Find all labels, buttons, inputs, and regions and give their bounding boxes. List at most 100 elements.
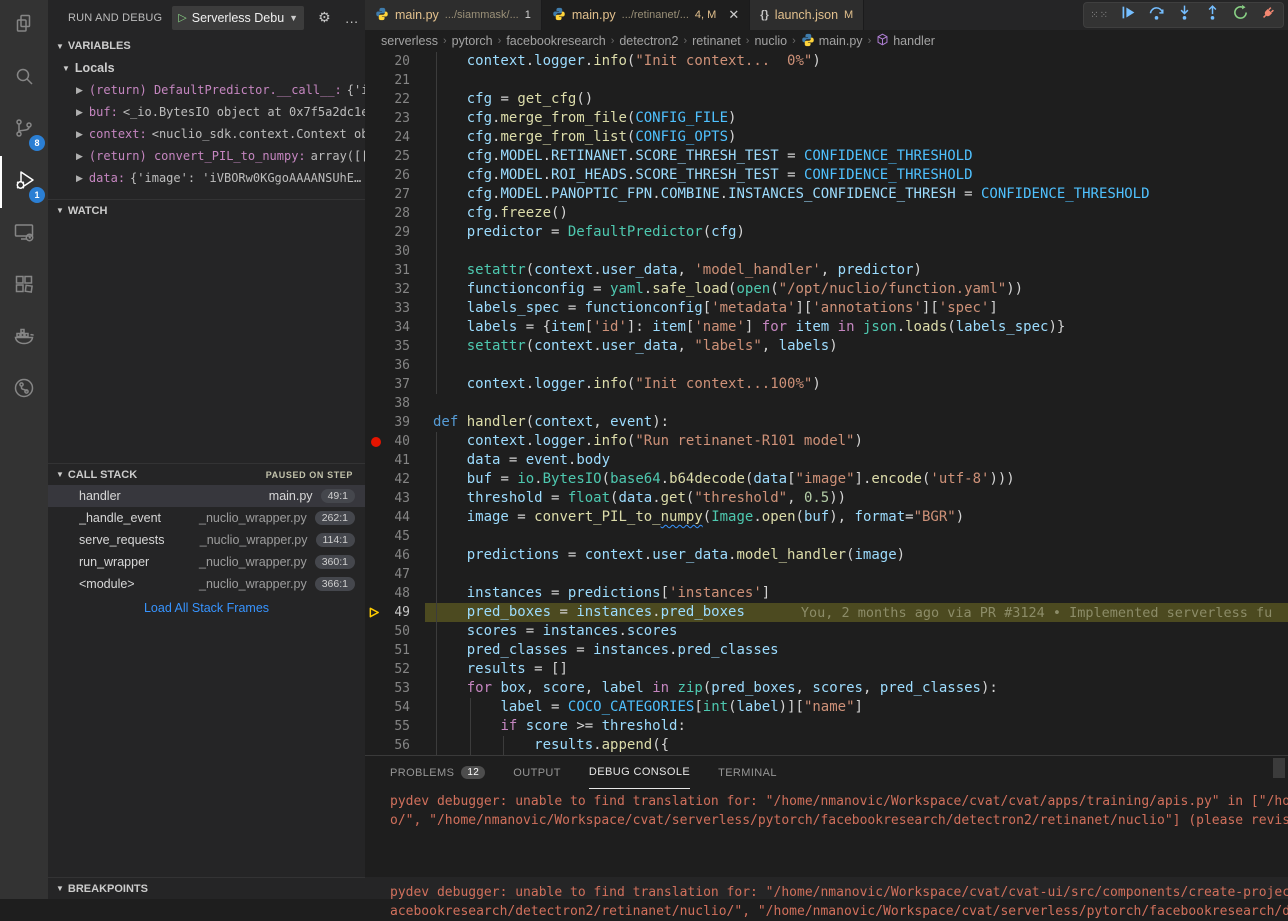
gutter[interactable]: 29 <box>365 223 425 242</box>
gutter[interactable]: 30 <box>365 242 425 261</box>
code-editor[interactable]: 20 context.logger.info("Init context... … <box>365 52 1288 755</box>
code-line[interactable]: 52 results = [] <box>365 660 1288 679</box>
code-line[interactable]: 41 data = event.body <box>365 451 1288 470</box>
gutter[interactable]: 35 <box>365 337 425 356</box>
activity-item-extensions[interactable] <box>0 260 48 312</box>
gutter[interactable]: 56 <box>365 736 425 755</box>
gutter[interactable]: 37 <box>365 375 425 394</box>
gutter[interactable]: 32 <box>365 280 425 299</box>
code-line[interactable]: 38 <box>365 394 1288 413</box>
disconnect-button[interactable] <box>1259 6 1277 24</box>
call-stack-frame[interactable]: run_wrapper_nuclio_wrapper.py360:1 <box>48 551 365 573</box>
activity-item-explorer[interactable] <box>0 0 48 52</box>
code-line[interactable]: 29 predictor = DefaultPredictor(cfg) <box>365 223 1288 242</box>
gutter[interactable]: 54 <box>365 698 425 717</box>
code-line[interactable]: 39def handler(context, event): <box>365 413 1288 432</box>
gutter[interactable]: 49 <box>365 603 425 622</box>
variable-row[interactable]: ▶(return) DefaultPredictor.__call__:{'in… <box>48 79 365 101</box>
gutter[interactable]: 25 <box>365 147 425 166</box>
gutter[interactable]: 20 <box>365 52 425 71</box>
code-line[interactable]: 42 buf = io.BytesIO(base64.b64decode(dat… <box>365 470 1288 489</box>
panel-scrollbar-thumb[interactable] <box>1273 758 1285 778</box>
gutter[interactable]: 33 <box>365 299 425 318</box>
activity-item-run-and-debug[interactable]: 1 <box>0 156 48 208</box>
gutter[interactable]: 45 <box>365 527 425 546</box>
watch-section-header[interactable]: ▼ WATCH <box>48 199 365 221</box>
code-line[interactable]: 24 cfg.merge_from_list(CONFIG_OPTS) <box>365 128 1288 147</box>
gutter[interactable]: 34 <box>365 318 425 337</box>
code-line[interactable]: 30 <box>365 242 1288 261</box>
breadcrumb-item-pytorch[interactable]: pytorch <box>452 34 493 48</box>
activity-item-remote-explorer[interactable] <box>0 208 48 260</box>
gutter[interactable]: 24 <box>365 128 425 147</box>
code-line[interactable]: 26 cfg.MODEL.ROI_HEADS.SCORE_THRESH_TEST… <box>365 166 1288 185</box>
code-line[interactable]: 56 results.append({ <box>365 736 1288 755</box>
code-line[interactable]: 54 label = COCO_CATEGORIES[int(label)]["… <box>365 698 1288 717</box>
gutter[interactable]: 40 <box>365 432 425 451</box>
panel-tab-output[interactable]: OUTPUT <box>513 756 561 789</box>
gutter[interactable]: 44 <box>365 508 425 527</box>
gear-icon[interactable]: ⚙ <box>318 9 331 26</box>
gutter[interactable]: 47 <box>365 565 425 584</box>
gutter[interactable]: 31 <box>365 261 425 280</box>
activity-item-search[interactable] <box>0 52 48 104</box>
code-line[interactable]: 35 setattr(context.user_data, "labels", … <box>365 337 1288 356</box>
debug-config-dropdown[interactable]: ▷ Serverless Debu ▼ <box>172 6 304 30</box>
code-line[interactable]: 44 image = convert_PIL_to_numpy(Image.op… <box>365 508 1288 527</box>
gutter[interactable]: 53 <box>365 679 425 698</box>
activity-item-docker[interactable] <box>0 312 48 364</box>
gutter[interactable]: 36 <box>365 356 425 375</box>
panel-tab-debug-console[interactable]: DEBUG CONSOLE <box>589 756 690 789</box>
code-line[interactable]: 40 context.logger.info("Run retinanet-R1… <box>365 432 1288 451</box>
panel-tab-problems[interactable]: PROBLEMS12 <box>390 756 485 789</box>
code-line[interactable]: 32 functionconfig = yaml.safe_load(open(… <box>365 280 1288 299</box>
panel-tab-terminal[interactable]: TERMINAL <box>718 756 777 789</box>
breadcrumb-item-facebookresearch[interactable]: facebookresearch <box>506 34 605 48</box>
gutter[interactable]: 46 <box>365 546 425 565</box>
continue-button[interactable] <box>1119 6 1137 24</box>
step-into-button[interactable] <box>1175 6 1193 24</box>
tab-main.py[interactable]: main.py.../siammask/...1 <box>365 0 542 30</box>
variable-row[interactable]: ▶data:{'image': 'iVBORw0KGgoAAAANSUhE… <box>48 167 365 189</box>
code-line[interactable]: 48 instances = predictions['instances'] <box>365 584 1288 603</box>
variable-row[interactable]: ▶(return) convert_PIL_to_numpy:array([[[… <box>48 145 365 167</box>
gutter[interactable]: 52 <box>365 660 425 679</box>
code-line[interactable]: 20 context.logger.info("Init context... … <box>365 52 1288 71</box>
code-line[interactable]: 36 <box>365 356 1288 375</box>
code-line[interactable]: 51 pred_classes = instances.pred_classes <box>365 641 1288 660</box>
variable-row[interactable]: ▶buf:<_io.BytesIO object at 0x7f5a2dc1ec… <box>48 101 365 123</box>
breadcrumb-item-detectron2[interactable]: detectron2 <box>619 34 678 48</box>
gutter[interactable]: 28 <box>365 204 425 223</box>
code-line[interactable]: 45 <box>365 527 1288 546</box>
locals-scope-row[interactable]: ▼ Locals <box>48 57 365 79</box>
gutter[interactable]: 55 <box>365 717 425 736</box>
code-line[interactable]: 28 cfg.freeze() <box>365 204 1288 223</box>
restart-button[interactable] <box>1231 6 1249 24</box>
gutter[interactable]: 42 <box>365 470 425 489</box>
step-out-button[interactable] <box>1203 6 1221 24</box>
toolbar-grip-icon[interactable]: ⁙⁙ <box>1090 10 1109 21</box>
step-over-button[interactable] <box>1147 6 1165 24</box>
gutter[interactable]: 43 <box>365 489 425 508</box>
code-line[interactable]: 47 <box>365 565 1288 584</box>
code-line[interactable]: 33 labels_spec = functionconfig['metadat… <box>365 299 1288 318</box>
gutter[interactable]: 27 <box>365 185 425 204</box>
gutter[interactable]: 26 <box>365 166 425 185</box>
gutter[interactable]: 48 <box>365 584 425 603</box>
gutter[interactable]: 38 <box>365 394 425 413</box>
breadcrumb-item-nuclio[interactable]: nuclio <box>754 34 787 48</box>
code-line[interactable]: 22 cfg = get_cfg() <box>365 90 1288 109</box>
more-actions-icon[interactable]: … <box>345 10 359 26</box>
call-stack-frame[interactable]: _handle_event_nuclio_wrapper.py262:1 <box>48 507 365 529</box>
code-line[interactable]: 43 threshold = float(data.get("threshold… <box>365 489 1288 508</box>
breadcrumb-item-serverless[interactable]: serverless <box>381 34 438 48</box>
code-line[interactable]: 23 cfg.merge_from_file(CONFIG_FILE) <box>365 109 1288 128</box>
tab-launch.json[interactable]: {}launch.jsonM <box>750 0 864 30</box>
code-line[interactable]: 53 for box, score, label in zip(pred_box… <box>365 679 1288 698</box>
gutter[interactable]: 22 <box>365 90 425 109</box>
load-all-stack-frames-link[interactable]: Load All Stack Frames <box>48 595 365 621</box>
gutter[interactable]: 50 <box>365 622 425 641</box>
variables-section-header[interactable]: ▼ VARIABLES <box>48 35 365 57</box>
gutter[interactable]: 23 <box>365 109 425 128</box>
code-line[interactable]: 31 setattr(context.user_data, 'model_han… <box>365 261 1288 280</box>
